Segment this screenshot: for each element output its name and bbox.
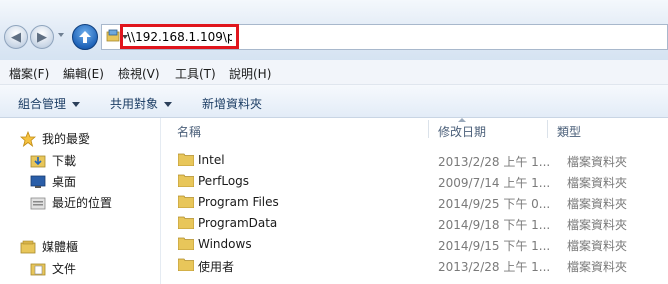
file-type: 檔案資料夾 [567, 176, 628, 190]
folder-icon [178, 258, 194, 271]
back-arrow-icon: ◀ [11, 29, 21, 45]
menu-help[interactable]: 說明(H) [229, 65, 271, 82]
file-row[interactable]: Program Files 2014/9/25 下午 0... 檔案資料夾 [161, 192, 668, 212]
column-divider[interactable] [547, 120, 548, 138]
file-date: 2014/9/25 下午 0... [438, 197, 551, 211]
new-folder-button[interactable]: 新增資料夾 [202, 95, 262, 112]
address-highlight-box [120, 24, 239, 49]
desktop-icon [30, 174, 46, 190]
nav-recent-places-label: 最近的位置 [52, 196, 113, 210]
file-date: 2013/2/28 上午 1... [438, 260, 551, 274]
share-label: 共用對象 [110, 97, 159, 111]
nav-recent-places[interactable]: 最近的位置 [30, 194, 112, 211]
recent-pages-dropdown-icon[interactable] [58, 33, 64, 37]
nav-libraries[interactable]: 媒體櫃 [20, 238, 78, 255]
network-folder-icon [106, 29, 120, 42]
up-arrow-icon [79, 31, 91, 43]
file-row[interactable]: Intel 2013/2/28 上午 1... 檔案資料夾 [161, 150, 668, 170]
file-row[interactable]: Windows 2014/9/15 下午 1... 檔案資料夾 [161, 234, 668, 254]
navigation-pane: 我的最愛 下載 桌面 最近的位置 媒體櫃 文件 [0, 118, 161, 284]
menu-bar: 檔案(F) 編輯(E) 檢視(V) 工具(T) 說明(H) [0, 60, 668, 85]
file-row[interactable]: 使用者 2013/2/28 上午 1... 檔案資料夾 [161, 255, 668, 275]
file-type: 檔案資料夾 [567, 239, 628, 253]
file-name: 使用者 [198, 260, 235, 274]
nav-documents-label: 文件 [52, 262, 77, 276]
file-name: PerfLogs [198, 174, 250, 188]
file-type: 檔案資料夾 [567, 155, 628, 169]
nav-libraries-label: 媒體櫃 [42, 240, 79, 254]
file-date: 2014/9/18 下午 1... [438, 218, 551, 232]
nav-desktop-label: 桌面 [52, 175, 77, 189]
nav-favorites[interactable]: 我的最愛 [20, 130, 90, 147]
file-row[interactable]: PerfLogs 2009/7/14 上午 1... 檔案資料夾 [161, 171, 668, 191]
file-name: Windows [198, 237, 252, 251]
forward-button[interactable]: ▶ [30, 25, 54, 49]
file-type: 檔案資料夾 [567, 260, 628, 274]
organize-button[interactable]: 組合管理 [18, 95, 81, 112]
file-date: 2014/9/15 下午 1... [438, 239, 551, 253]
folder-icon [178, 195, 194, 208]
libraries-icon [20, 239, 36, 255]
file-name: Intel [198, 153, 225, 167]
file-type: 檔案資料夾 [567, 218, 628, 232]
menu-edit[interactable]: 編輯(E) [63, 65, 104, 82]
command-bar: 組合管理 共用對象 新增資料夾 [0, 85, 668, 118]
back-button[interactable]: ◀ [4, 25, 28, 49]
folder-icon [178, 153, 194, 166]
nav-downloads[interactable]: 下載 [30, 152, 76, 169]
folder-icon [178, 237, 194, 250]
file-name: Program Files [198, 195, 279, 209]
recent-places-icon [30, 195, 46, 211]
column-type-header[interactable]: 類型 [557, 123, 581, 140]
column-header: 名稱 修改日期 類型 [161, 118, 668, 142]
nav-desktop[interactable]: 桌面 [30, 173, 76, 190]
navigation-bar: ◀ ▶ [0, 0, 668, 60]
chevron-down-icon [164, 102, 173, 107]
file-date: 2013/2/28 上午 1... [438, 155, 551, 169]
chevron-down-icon [72, 102, 81, 107]
folder-icon [178, 174, 194, 187]
forward-arrow-icon: ▶ [37, 29, 47, 45]
column-name-header[interactable]: 名稱 [177, 123, 201, 140]
menu-tools[interactable]: 工具(T) [175, 65, 216, 82]
menu-file[interactable]: 檔案(F) [9, 65, 49, 82]
share-button[interactable]: 共用對象 [110, 95, 173, 112]
menu-view[interactable]: 檢視(V) [118, 65, 160, 82]
nav-documents[interactable]: 文件 [30, 260, 76, 277]
documents-icon [30, 261, 46, 277]
star-icon [20, 130, 36, 147]
file-date: 2009/7/14 上午 1... [438, 176, 551, 190]
nav-favorites-label: 我的最愛 [42, 132, 91, 146]
up-button[interactable] [72, 24, 98, 50]
column-divider[interactable] [428, 120, 429, 138]
downloads-folder-icon [30, 153, 46, 169]
folder-icon [178, 216, 194, 229]
file-type: 檔案資料夾 [567, 197, 628, 211]
organize-label: 組合管理 [18, 97, 67, 111]
sort-ascending-icon [458, 118, 466, 122]
file-row[interactable]: ProgramData 2014/9/18 下午 1... 檔案資料夾 [161, 213, 668, 233]
nav-downloads-label: 下載 [52, 154, 77, 168]
column-date-header[interactable]: 修改日期 [438, 123, 486, 140]
file-name: ProgramData [198, 216, 278, 230]
